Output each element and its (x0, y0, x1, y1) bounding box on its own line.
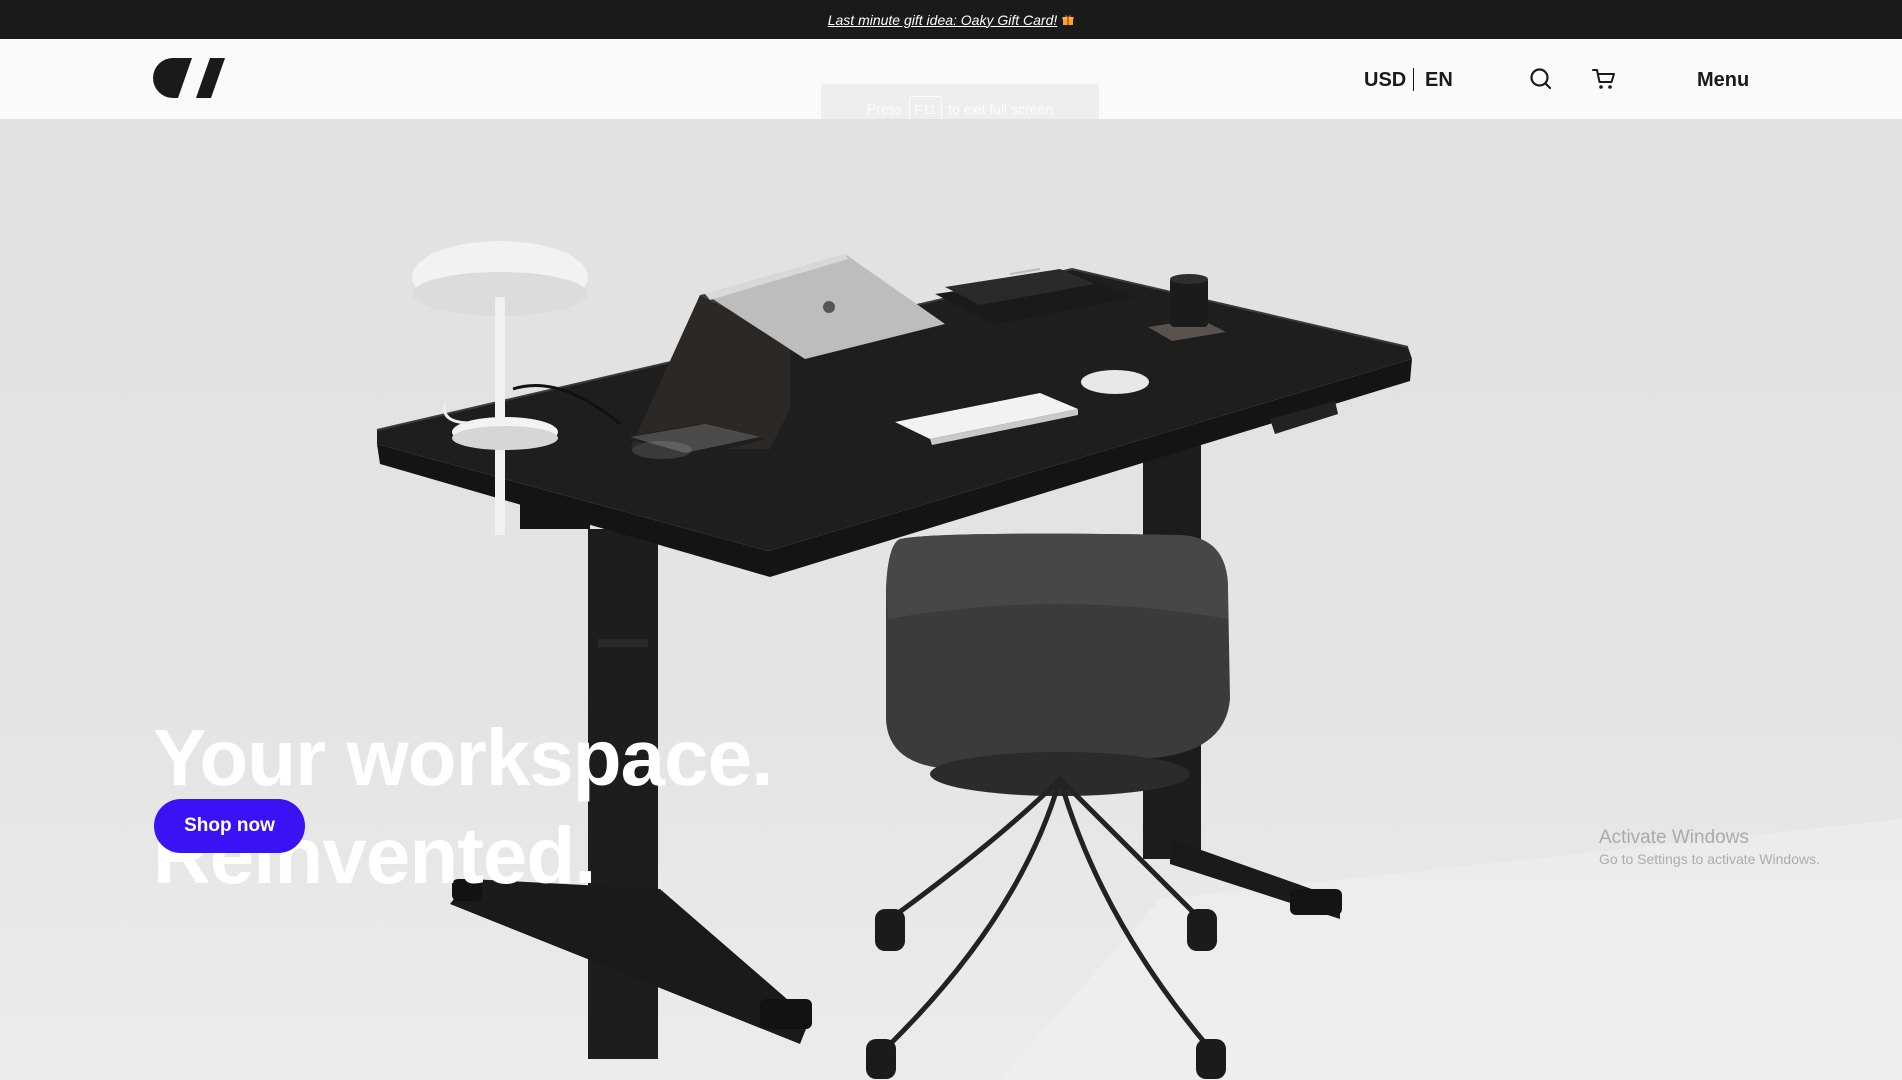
announcement-bar: Last minute gift idea: Oaky Gift Card! (0, 0, 1902, 39)
watermark-line2: Go to Settings to activate Windows. (1599, 851, 1820, 867)
site-header: Press F11 to exit full screen USD EN Men… (0, 39, 1902, 134)
gift-icon (1062, 14, 1074, 25)
language-selector[interactable]: EN (1425, 69, 1453, 92)
oakywood-logo[interactable] (153, 58, 225, 98)
hero-title-line1: Your workspace. (153, 713, 773, 802)
divider (1413, 68, 1414, 91)
hero-section: Your workspace. Reinvented. (0, 119, 1902, 1080)
gift-card-link[interactable]: Last minute gift idea: Oaky Gift Card! (828, 12, 1075, 28)
toast-press-text: Press (866, 101, 903, 117)
announcement-text: Last minute gift idea: Oaky Gift Card! (827, 11, 1058, 28)
hero-image-desk-setup (376, 241, 1902, 1080)
shop-now-button[interactable]: Shop now (154, 799, 305, 853)
currency-selector[interactable]: USD (1364, 69, 1406, 92)
cart-icon[interactable] (1590, 65, 1618, 93)
search-icon[interactable] (1527, 65, 1555, 93)
watermark-line1: Activate Windows (1599, 827, 1749, 848)
toast-rest-text: to exit full screen (948, 101, 1054, 117)
windows-activation-watermark: Activate Windows Go to Settings to activ… (1599, 827, 1820, 867)
menu-button[interactable]: Menu (1697, 69, 1749, 92)
